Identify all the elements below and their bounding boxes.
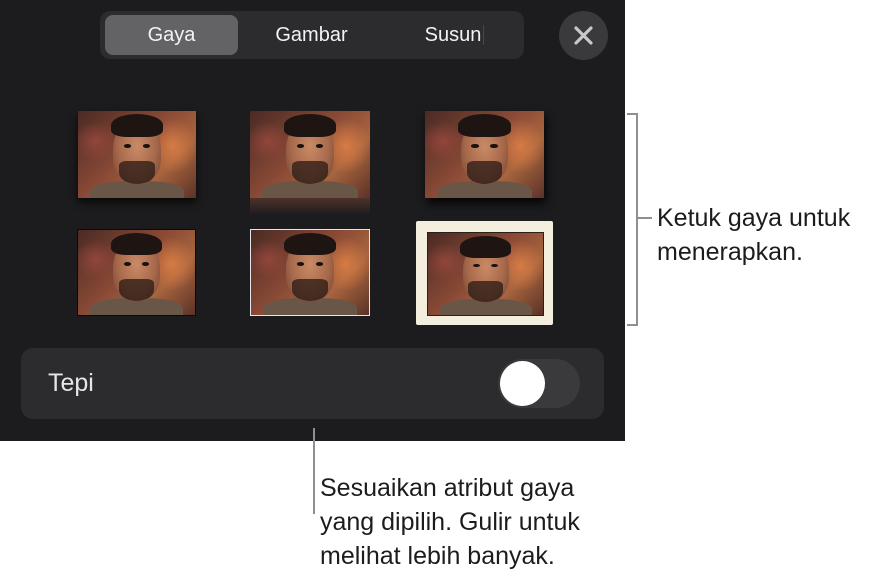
adjust-callout-line-2: yang dipilih. Gulir untuk xyxy=(320,508,580,536)
style-thumbnail-4[interactable] xyxy=(77,229,196,316)
styles-callout: Ketuk gaya untuk menerapkan. xyxy=(657,201,850,269)
styles-callout-line-1: Ketuk gaya untuk xyxy=(657,204,851,232)
border-setting-row: Tepi xyxy=(21,348,604,419)
close-button[interactable] xyxy=(559,11,608,60)
style-panel: Gaya Gambar Susun Tepi xyxy=(0,0,625,441)
toggle-knob xyxy=(500,361,545,406)
portrait-photo xyxy=(78,230,195,315)
portrait-photo xyxy=(251,230,369,315)
styles-bracket-tick xyxy=(638,217,652,219)
styles-callout-line-2: menerapkan. xyxy=(657,238,803,266)
style-thumbnail-2[interactable] xyxy=(250,111,370,215)
adjust-callout-line-3: melihat lebih banyak. xyxy=(320,542,555,570)
tab-gambar[interactable]: Gambar xyxy=(240,15,383,55)
tab-gaya[interactable]: Gaya xyxy=(105,15,238,55)
portrait-photo xyxy=(250,111,370,198)
adjust-callout: Sesuaikan atribut gaya yang dipilih. Gul… xyxy=(320,471,580,573)
portrait-photo xyxy=(78,111,196,198)
style-thumbnail-1[interactable] xyxy=(78,111,196,198)
adjust-callout-line-1: Sesuaikan atribut gaya xyxy=(320,474,575,502)
border-toggle[interactable] xyxy=(498,359,580,408)
styles-bracket xyxy=(627,113,638,326)
adjust-leader-line xyxy=(313,428,315,514)
segmented-control: Gaya Gambar Susun xyxy=(100,11,524,59)
style-thumbnail-6[interactable] xyxy=(416,221,553,325)
tab-susun[interactable]: Susun xyxy=(385,15,521,55)
style-thumbnail-5[interactable] xyxy=(250,229,370,316)
close-x-icon xyxy=(574,26,593,45)
photo-reflection xyxy=(250,198,370,215)
style-thumbnail-3[interactable] xyxy=(425,111,544,198)
border-label: Tepi xyxy=(48,369,94,397)
portrait-photo xyxy=(425,111,544,198)
portrait-photo xyxy=(427,232,544,316)
